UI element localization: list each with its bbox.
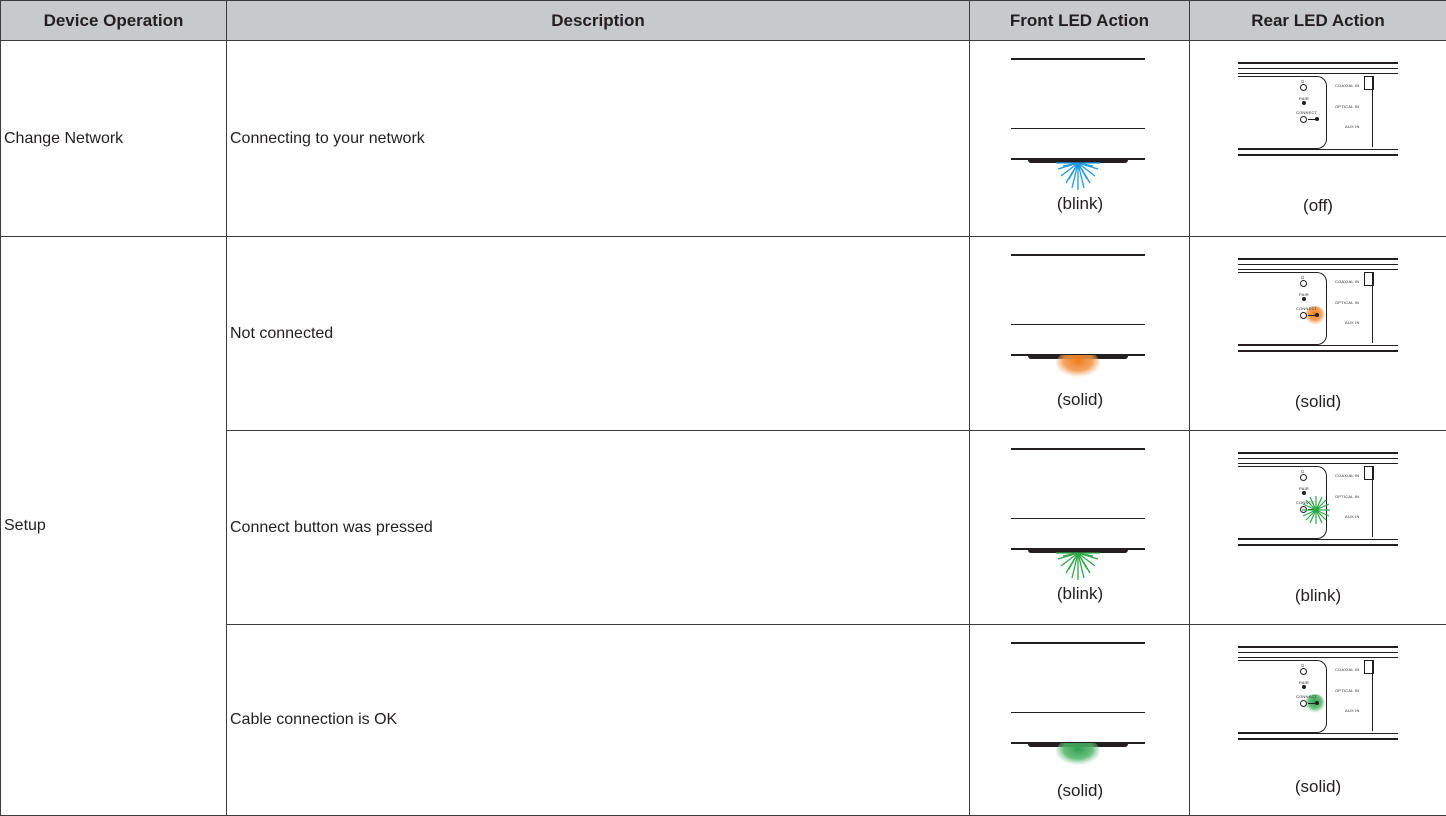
front-led-cell: (blink)	[970, 431, 1190, 625]
operation-cell: Change Network	[1, 41, 227, 237]
front-led-cell: (solid)	[970, 625, 1190, 816]
header-row: Device Operation Description Front LED A…	[1, 1, 1446, 41]
front-led-state: (solid)	[970, 781, 1190, 801]
rear-led-cell: ⏻ PAIR CONNECT COAXIAL IN OPTICAL IN AUX…	[1190, 41, 1446, 237]
connect-button-icon	[1300, 116, 1307, 123]
power-button-icon	[1300, 474, 1307, 481]
rear-panel-figure: ⏻ PAIR CONNECT COAXIAL IN OPTICAL IN AUX…	[1238, 59, 1398, 175]
green-blink-led-icon	[1052, 549, 1104, 581]
rear-panel-figure: ⏻ PAIR CONNECT	[1238, 449, 1398, 565]
front-led-figure: (blink)	[970, 431, 1190, 624]
front-led-state: (blink)	[970, 584, 1190, 604]
rear-panel-figure: ⏻ PAIR CONNECT COAXIAL IN OPTICAL IN AUX…	[1238, 255, 1398, 371]
rear-led-cell: ⏻ PAIR CONNECT COAXIAL IN OPTICAL IN AUX…	[1190, 625, 1446, 816]
pair-button-icon	[1302, 685, 1306, 689]
front-led-figure: (solid)	[970, 237, 1190, 430]
front-led-cell: (blink)	[970, 41, 1190, 237]
front-led-state: (solid)	[970, 390, 1190, 410]
description-cell: Not connected	[227, 237, 970, 431]
pair-button-icon	[1302, 297, 1306, 301]
front-led-state: (blink)	[970, 194, 1190, 214]
header-device-operation: Device Operation	[1, 1, 227, 41]
header-description: Description	[227, 1, 970, 41]
table-row: Change Network Connecting to your networ…	[1, 41, 1446, 237]
rear-led-state: (solid)	[1190, 392, 1446, 412]
rear-led-cell: ⏻ PAIR CONNECT	[1190, 431, 1446, 625]
power-button-icon	[1300, 84, 1307, 91]
pair-button-icon	[1302, 101, 1306, 105]
header-front-led: Front LED Action	[970, 1, 1190, 41]
front-led-cell: (solid)	[970, 237, 1190, 431]
rear-led-state: (off)	[1190, 196, 1446, 216]
connect-button-icon	[1300, 312, 1307, 319]
power-button-icon	[1300, 668, 1307, 675]
green-blink-rear-led-icon	[1301, 495, 1331, 525]
operation-cell: Setup	[1, 237, 227, 816]
front-led-figure: (solid)	[970, 625, 1190, 815]
description-cell: Connecting to your network	[227, 41, 970, 237]
rear-panel-figure: ⏻ PAIR CONNECT COAXIAL IN OPTICAL IN AUX…	[1238, 643, 1398, 759]
power-button-icon	[1300, 280, 1307, 287]
orange-solid-led-icon	[1052, 355, 1104, 387]
description-cell: Cable connection is OK	[227, 625, 970, 816]
green-solid-led-icon	[1052, 743, 1104, 775]
description-cell: Connect button was pressed	[227, 431, 970, 625]
connect-button-icon	[1300, 700, 1307, 707]
table-row: Setup Not connected (solid)	[1, 237, 1446, 431]
front-led-figure: (blink)	[970, 41, 1190, 236]
blue-blink-led-icon	[1052, 159, 1104, 191]
rear-led-state: (blink)	[1190, 586, 1446, 606]
led-status-table: Device Operation Description Front LED A…	[0, 0, 1446, 816]
rear-led-cell: ⏻ PAIR CONNECT COAXIAL IN OPTICAL IN AUX…	[1190, 237, 1446, 431]
rear-led-state: (solid)	[1190, 777, 1446, 797]
header-rear-led: Rear LED Action	[1190, 1, 1446, 41]
